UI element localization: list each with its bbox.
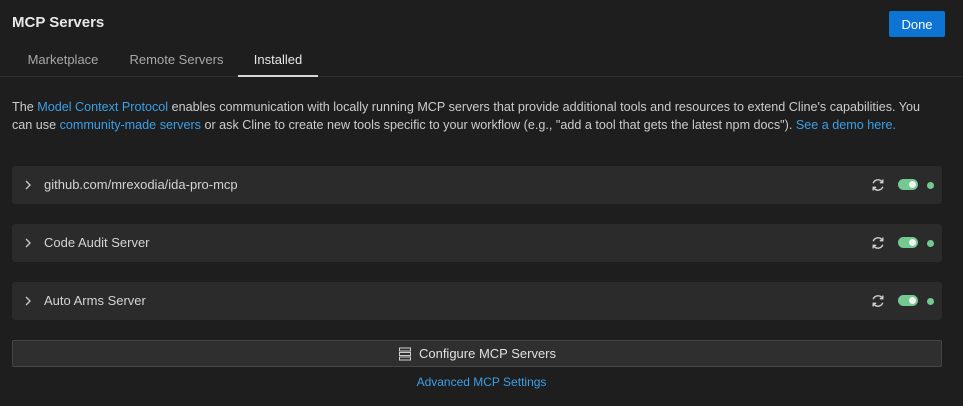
toggle-knob [909,297,916,304]
server-name: Code Audit Server [44,235,150,250]
chevron-right-icon[interactable] [22,178,34,192]
see-demo-link[interactable]: See a demo here. [796,118,896,132]
chevron-right-icon[interactable] [22,236,34,250]
toggle-knob [909,181,916,188]
tab-marketplace[interactable]: Marketplace [14,44,112,76]
tab-remote-servers[interactable]: Remote Servers [123,44,230,76]
community-servers-link[interactable]: community-made servers [60,118,201,132]
server-name: Auto Arms Server [44,293,146,308]
server-enable-toggle[interactable] [898,237,918,248]
toggle-knob [909,239,916,246]
intro-part-1: The [12,100,38,114]
model-context-protocol-link[interactable]: Model Context Protocol [37,100,168,114]
advanced-mcp-settings-link[interactable]: Advanced MCP Settings [0,375,963,389]
configure-mcp-servers-button[interactable]: Configure MCP Servers [12,340,942,367]
server-enable-toggle[interactable] [898,295,918,306]
restart-icon[interactable] [870,235,886,251]
configure-label: Configure MCP Servers [418,346,557,361]
intro-part-3: or ask Cline to create new tools specifi… [200,118,796,132]
server-enable-toggle[interactable] [898,179,918,190]
mcp-servers-panel: MCP Servers Done Marketplace Remote Serv… [0,0,963,406]
restart-icon[interactable] [870,293,886,309]
server-row[interactable]: Auto Arms Server [12,282,942,320]
server-row[interactable]: github.com/mrexodia/ida-pro-mcp [12,166,942,204]
status-dot [927,182,934,189]
status-dot [927,298,934,305]
header: MCP Servers Done [0,0,963,46]
server-row[interactable]: Code Audit Server [12,224,942,262]
intro-text: The Model Context Protocol enables commu… [12,98,942,134]
server-stack-icon [398,347,411,360]
chevron-right-icon[interactable] [22,294,34,308]
done-button[interactable]: Done [889,11,945,37]
status-dot [927,240,934,247]
tab-bar: Marketplace Remote Servers Installed [0,44,963,77]
page-title: MCP Servers [12,14,105,31]
tab-installed[interactable]: Installed [238,44,318,77]
restart-icon[interactable] [870,177,886,193]
server-name: github.com/mrexodia/ida-pro-mcp [44,177,238,192]
